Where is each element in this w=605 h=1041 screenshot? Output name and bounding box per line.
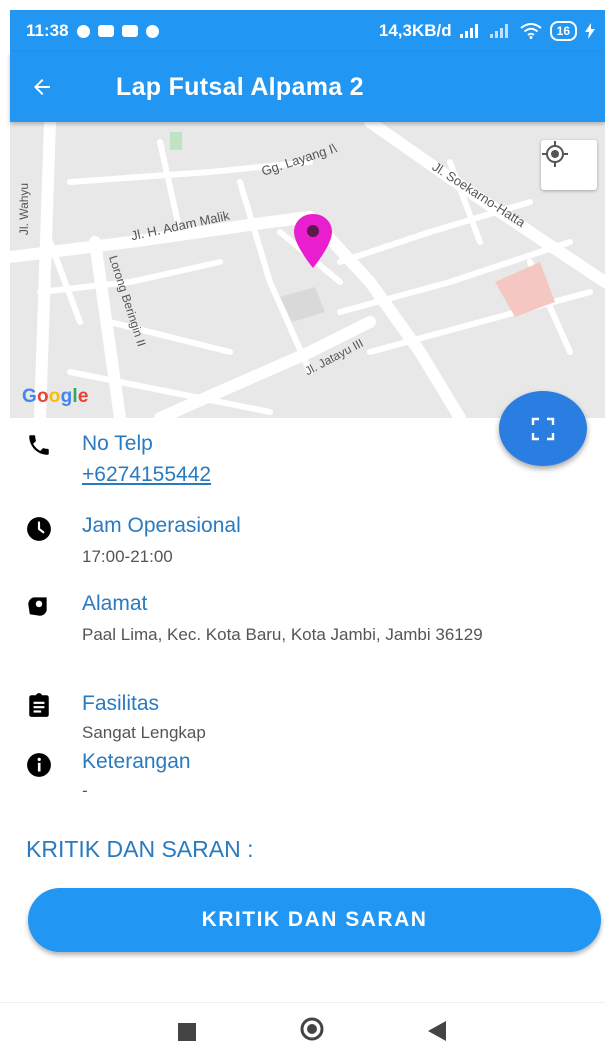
locate-button[interactable] [541,140,597,190]
phone-icon [29,435,49,455]
notes-label: Keterangan [82,750,191,773]
notes-value: - [82,781,88,800]
charging-icon [585,23,595,39]
my-location-icon [542,141,568,167]
status-bar: 11:38 14,3KB/d 16 [10,10,605,52]
clock-icon [27,517,51,541]
phone-link-row: +6274155442 [82,464,582,486]
map-marker-icon[interactable] [292,212,334,270]
notification-dot-icon [145,24,159,38]
notification-dot-icon [76,24,90,38]
battery-level: 16 [556,24,570,38]
status-time: 11:38 [26,21,69,40]
page-title: Lap Futsal Alpama 2 [116,72,364,101]
street-label-wahyu: Jl. Wahyu [17,182,32,236]
phone-link[interactable]: +6274155442 [82,463,211,486]
info-icon [27,753,51,777]
feedback-button[interactable]: KRITIK DAN SARAN [28,888,601,952]
address-value: Paal Lima, Kec. Kota Baru, Kota Jambi, J… [82,625,483,644]
signal-icon [459,24,478,38]
feedback-section-title: KRITIK DAN SARAN : [26,836,254,862]
home-icon[interactable] [300,1017,324,1041]
network-speed: 14,3KB/d [378,21,452,40]
facilities-label: Fasilitas [82,692,160,715]
youtube-icon [121,25,138,37]
detail-facilities: Fasilitas Sangat Lengkap [0,690,605,744]
map-view[interactable]: Gg. Layang I\ Jl. Soekarno-Hatta Jl. Wah… [10,122,605,418]
signal-icon [489,24,508,38]
detail-notes: Keterangan - [0,748,605,802]
clipboard-icon [29,693,49,717]
google-logo: Google [22,386,89,407]
location-icon [28,597,47,616]
arrow-left-icon[interactable] [10,52,74,122]
hours-value: 17:00-21:00 [82,547,173,566]
phone-label: No Telp [82,432,153,455]
status-left: 11:38 [26,21,159,41]
recent-apps-icon[interactable] [178,1023,196,1041]
app-bar: Lap Futsal Alpama 2 [10,52,605,122]
fullscreen-button[interactable] [499,391,587,466]
detail-hours: Jam Operasional 17:00-21:00 [0,512,605,572]
system-nav-bar [0,1002,605,1041]
address-label: Alamat [82,592,148,615]
battery-icon: 16 [549,21,577,41]
detail-address: Alamat Paal Lima, Kec. Kota Baru, Kota J… [0,590,605,670]
facilities-value: Sangat Lengkap [82,723,206,742]
status-right: 14,3KB/d 16 [379,21,595,41]
notification-app-icon [97,25,114,37]
wifi-icon [520,23,542,39]
hours-label: Jam Operasional [82,514,241,537]
fullscreen-icon [531,417,555,440]
back-nav-icon[interactable] [428,1021,446,1041]
